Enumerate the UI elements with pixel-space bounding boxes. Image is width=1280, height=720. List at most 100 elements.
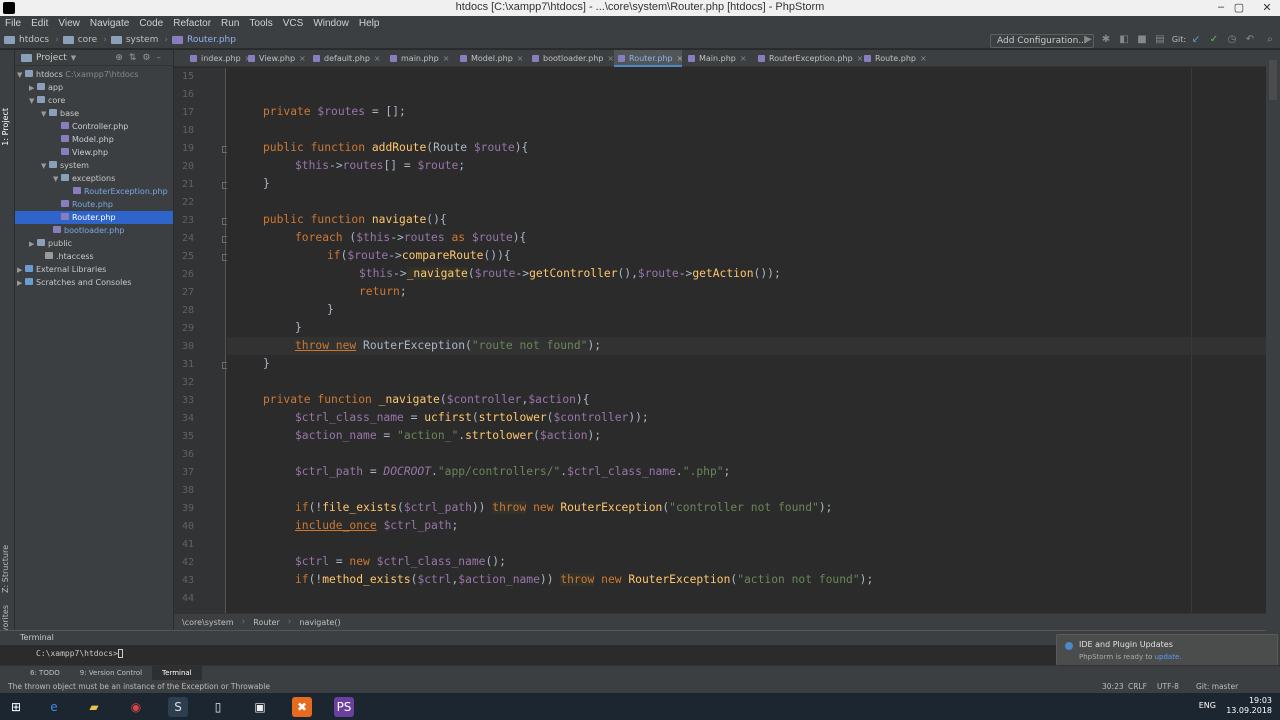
maximize-icon[interactable]: ▢ [1232, 1, 1246, 14]
tree-item-core[interactable]: ▼ core [29, 94, 65, 107]
tab-default-php[interactable]: default.php × [309, 50, 381, 67]
chevron-down-icon[interactable]: ▼ [17, 69, 25, 82]
menu-edit[interactable]: Edit [26, 16, 53, 32]
tab-router-php[interactable]: Router.php × [614, 50, 684, 67]
menu-view[interactable]: View [53, 16, 85, 32]
todo-tab[interactable]: 6: TODO [20, 666, 70, 681]
structure-tool-tab[interactable]: Z: Structure [1, 545, 10, 593]
tree-item-router-php[interactable]: Router.php [15, 211, 173, 224]
tree-item-view-php[interactable]: View.php [61, 146, 108, 159]
file-encoding[interactable]: UTF-8 [1157, 680, 1179, 693]
tab-main-php[interactable]: main.php × [386, 50, 449, 67]
history-icon[interactable]: ◷ [1226, 34, 1238, 46]
line-separator[interactable]: CRLF [1128, 680, 1147, 693]
sublime-icon[interactable]: S [168, 697, 188, 717]
close-tab-icon[interactable]: × [920, 54, 927, 63]
tree-item-controller-php[interactable]: Controller.php [61, 120, 128, 133]
chevron-right-icon[interactable]: ▶ [29, 238, 37, 251]
vcs-update-icon[interactable]: ↙ [1190, 34, 1202, 46]
chrome-icon[interactable]: ◉ [126, 697, 146, 717]
tab-route-php[interactable]: Route.php × [860, 50, 927, 67]
chevron-down-icon[interactable]: ▼ [41, 160, 49, 173]
vcs-commit-icon[interactable]: ✓ [1208, 34, 1220, 46]
search-icon[interactable]: ⌕ [1264, 34, 1276, 46]
git-branch[interactable]: Git: master [1196, 680, 1238, 693]
nav-crumb-core[interactable]: core [59, 35, 104, 45]
clock-time[interactable]: 19:03 [1226, 696, 1272, 706]
tree-item-external-libraries[interactable]: ▶ External Libraries [17, 263, 106, 276]
tree-item-route-php[interactable]: Route.php [61, 198, 113, 211]
project-tool-tab[interactable]: 1: Project [1, 108, 10, 146]
menu-help[interactable]: Help [354, 16, 385, 32]
chevron-down-icon[interactable]: ▼ [53, 173, 61, 186]
tree-item-exceptions[interactable]: ▼ exceptions [53, 172, 115, 185]
close-tab-icon[interactable]: × [374, 54, 381, 63]
chevron-down-icon[interactable]: ▼ [29, 95, 37, 108]
run-icon[interactable]: ▶ [1082, 34, 1094, 46]
tree-item-model-php[interactable]: Model.php [61, 133, 114, 146]
tab-routerexception-php[interactable]: RouterException.php × [754, 50, 863, 67]
debug-icon[interactable]: ✱ [1100, 34, 1112, 46]
tab-main-php-2[interactable]: Main.php × [684, 50, 747, 67]
database-tool-tab[interactable] [1269, 60, 1277, 100]
menu-file[interactable]: File [0, 16, 26, 32]
close-tab-icon[interactable]: × [443, 54, 450, 63]
menu-refactor[interactable]: Refactor [168, 16, 216, 32]
chevron-down-icon[interactable]: ▼ [41, 108, 49, 121]
menu-navigate[interactable]: Navigate [85, 16, 134, 32]
tab-model-php[interactable]: Model.php × [456, 50, 524, 67]
xampp-icon[interactable]: ✖ [292, 697, 312, 717]
code-editor[interactable]: private $routes = []; public function ad… [227, 68, 1266, 613]
menu-tools[interactable]: Tools [244, 16, 277, 32]
code-crumb-method[interactable]: navigate() [291, 618, 348, 627]
minimize-icon[interactable]: – [1214, 1, 1228, 13]
code-crumb-namespace[interactable]: \core\system [174, 618, 242, 627]
tree-item-htdocs[interactable]: ▼ htdocs C:\xampp7\htdocs [17, 68, 138, 81]
tree-item-routerexception-php[interactable]: RouterException.php [73, 185, 168, 198]
close-tab-icon[interactable]: × [677, 54, 684, 63]
update-link[interactable]: update. [1155, 653, 1182, 661]
language-indicator[interactable]: ENG [1199, 701, 1216, 711]
phpstorm-taskbar-icon[interactable]: PS [334, 697, 354, 717]
close-tab-icon[interactable]: × [740, 54, 747, 63]
tree-item-public[interactable]: ▶ public [29, 237, 72, 250]
version-control-tab[interactable]: 9: Version Control [70, 666, 152, 681]
coverage-icon[interactable]: ◧ [1118, 34, 1130, 46]
clock-date[interactable]: 13.09.2018 [1226, 706, 1272, 716]
tree-item-bootloader-php[interactable]: bootloader.php [53, 224, 124, 237]
tree-item-app[interactable]: ▶ app [29, 81, 63, 94]
tab-bootloader-php[interactable]: bootloader.php × [528, 50, 614, 67]
nav-crumb-router[interactable]: Router.php [168, 35, 242, 45]
project-title[interactable]: Project [36, 53, 67, 63]
menu-code[interactable]: Code [134, 16, 168, 32]
terminal-tab[interactable]: Terminal [152, 665, 202, 681]
add-configuration-button[interactable]: Add Configuration... [990, 34, 1094, 48]
caret-position[interactable]: 30:23 [1102, 680, 1124, 693]
edge-icon[interactable]: e [44, 697, 64, 717]
code-crumb-class[interactable]: Router [245, 618, 288, 627]
chevron-right-icon[interactable]: ▶ [17, 277, 25, 290]
menu-run[interactable]: Run [216, 16, 244, 32]
chevron-down-icon[interactable]: ▼ [71, 54, 76, 62]
revert-icon[interactable]: ↶ [1244, 34, 1256, 46]
panel-actions-icon[interactable]: ⊕⇅⚙– [115, 53, 167, 63]
menu-vcs[interactable]: VCS [278, 16, 309, 32]
terminal-icon[interactable]: ▣ [250, 697, 270, 717]
tree-item-scratches[interactable]: ▶ Scratches and Consoles [17, 276, 131, 289]
file-explorer-icon[interactable]: ▰ [84, 697, 104, 717]
tree-item-htaccess[interactable]: .htaccess [45, 250, 94, 263]
windows-start-icon[interactable]: ⊞ [6, 697, 26, 717]
tree-item-base[interactable]: ▼ base [41, 107, 79, 120]
stop-icon[interactable]: ■ [1136, 34, 1148, 46]
close-icon[interactable]: ✕ [1260, 1, 1274, 14]
nav-crumb-htdocs[interactable]: htdocs [0, 35, 55, 45]
nav-crumb-system[interactable]: system [107, 35, 165, 45]
structure-icon[interactable]: ▤ [1154, 34, 1166, 46]
document-icon[interactable]: ▯ [208, 697, 228, 717]
close-tab-icon[interactable]: × [517, 54, 524, 63]
tab-view-php[interactable]: View.php × [244, 50, 306, 67]
tree-item-system[interactable]: ▼ system [41, 159, 89, 172]
menu-window[interactable]: Window [308, 16, 354, 32]
close-tab-icon[interactable]: × [299, 54, 306, 63]
tab-index-php[interactable]: index.php× [186, 50, 251, 67]
